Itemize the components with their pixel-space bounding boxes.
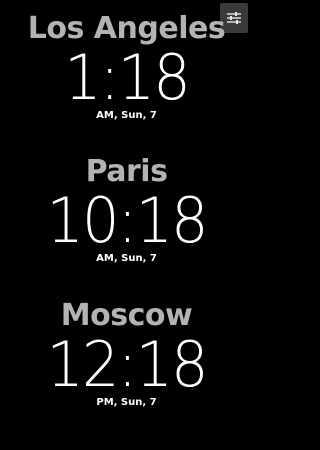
time-display: 10:18 xyxy=(46,184,208,257)
time-display: 1:18 xyxy=(64,41,191,114)
clock-los-angeles: Los Angeles 1:18 AM, Sun, 7 xyxy=(0,12,253,122)
clock-paris: Paris 10:18 AM, Sun, 7 xyxy=(0,155,253,265)
time-display: 12:18 xyxy=(46,328,208,401)
clock-moscow: Moscow 12:18 PM, Sun, 7 xyxy=(0,299,253,409)
